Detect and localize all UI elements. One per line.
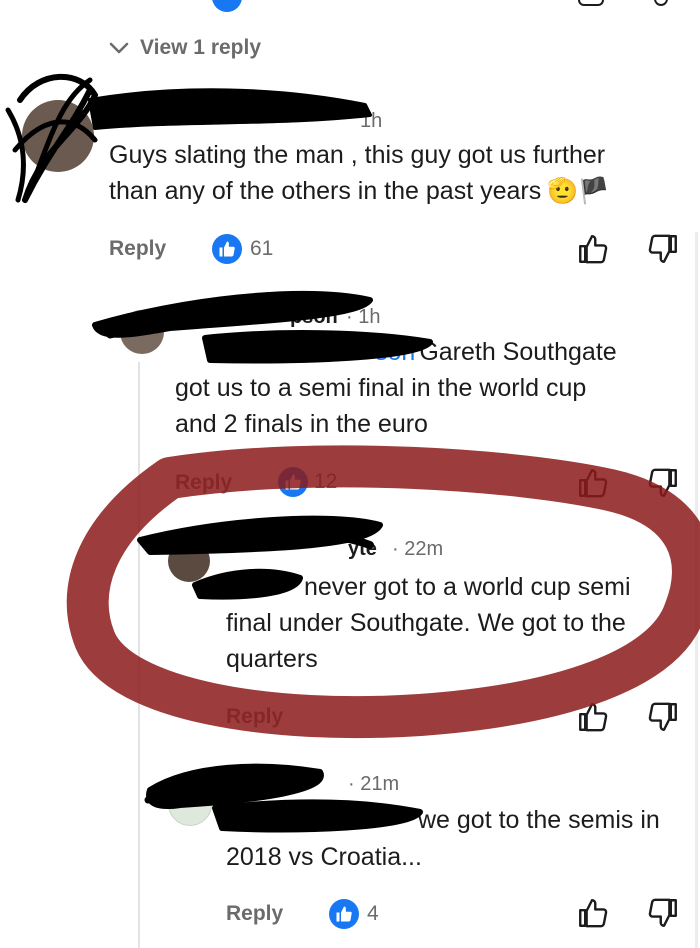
comment4-time: · 21m [348,773,400,795]
view-replies-link[interactable]: View 1 reply [108,36,261,60]
thread-line [138,362,140,948]
top-thumbs-down-partial[interactable] [654,0,668,6]
comment1-text-line2-words: than any of the others in the past years [109,177,542,205]
comment4-like-count-group[interactable]: 4 [329,899,379,929]
comment3-author-partial[interactable]: yte [348,538,377,561]
comment2-mention[interactable]: son [175,335,415,370]
comment4-thumbs-down-icon[interactable] [646,896,680,930]
comment2-like-count-group[interactable]: 12 [278,467,337,497]
comment2-reply-button[interactable]: Reply [175,471,232,495]
comment1-time: 1h [360,110,383,132]
comment2-author-partial[interactable]: pson [290,306,338,329]
comment3-thumbs-up-icon[interactable] [576,700,610,734]
comment1-text-line1: Guys slating the man , this guy got us f… [109,141,606,169]
comment1-text-line2: than any of the others in the past years… [109,174,609,209]
comment3-text-line3: quarters [226,645,318,673]
comment3-text-line1: never got to a world cup semi [304,573,631,601]
comment3-text-line2: final under Southgate. We got to the [226,609,626,637]
like-badge-icon [212,234,242,264]
comment2-thumbs-down-icon[interactable] [646,466,680,500]
comment3-avatar[interactable] [168,540,210,582]
like-badge-icon [278,467,308,497]
comment2-avatar[interactable] [120,310,164,354]
comment1-avatar[interactable] [22,100,94,172]
like-badge-icon [329,899,359,929]
scrollbar[interactable] [695,232,698,948]
view-replies-label: View 1 reply [140,36,262,59]
comment2-text-line1: son Gareth Southgate [175,335,617,370]
comment4-like-count: 4 [367,902,379,925]
top-cutoff-row [0,0,700,12]
comment2-time: · 1h [346,306,381,328]
comment4-avatar[interactable] [168,782,212,826]
comment2-like-count: 12 [314,470,338,493]
top-thumbs-up-partial[interactable] [578,0,604,6]
comment4-text-line1: we got to the semis in [418,806,660,834]
comment1-like-count: 61 [250,237,274,260]
comment1-emoji: 🫡🏴 [547,177,610,205]
comment4-thumbs-up-icon[interactable] [576,896,610,930]
comment1-like-count-group[interactable]: 61 [212,234,273,264]
comment2-text-line1-words: Gareth Southgate [419,338,617,366]
top-like-badge-partial [212,0,242,12]
comment1-thumbs-down-icon[interactable] [646,232,680,266]
comment1-thumbs-up-icon[interactable] [576,232,610,266]
comment3-thumbs-down-icon[interactable] [646,700,680,734]
chevron-down-icon [109,42,129,54]
comment1-reply-button[interactable]: Reply [109,237,166,261]
comment2-text-line3: and 2 finals in the euro [175,410,428,438]
comment3-time: · 22m [392,538,444,560]
comment3-reply-button[interactable]: Reply [226,705,283,729]
comment4-reply-button[interactable]: Reply [226,902,283,926]
comment2-thumbs-up-icon[interactable] [576,466,610,500]
comment4-text-line2: 2018 vs Croatia... [226,843,422,871]
comment2-text-line2: got us to a semi final in the world cup [175,374,587,402]
